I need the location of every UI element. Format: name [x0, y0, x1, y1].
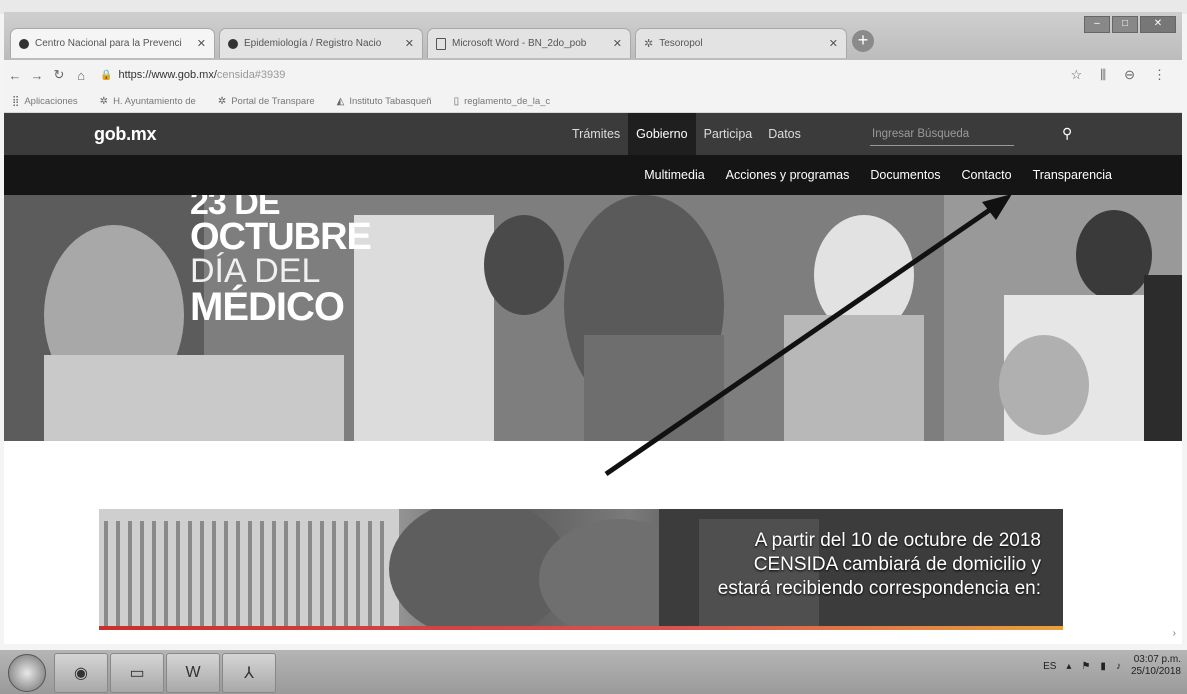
hero-title: 23 DE OCTUBRE DÍA DEL MÉDICO — [190, 195, 372, 329]
nav-participa[interactable]: Participa — [696, 113, 761, 155]
apps-icon: ⣿ — [12, 95, 20, 107]
bookmark-label: Aplicaciones — [24, 95, 78, 107]
address-bar-row: ← → ↻ ⌂ 🔒 https://www.gob.mx/censida#393… — [4, 60, 1182, 90]
close-icon[interactable]: ✕ — [405, 37, 414, 50]
window-close-button[interactable]: ✕ — [1140, 16, 1176, 33]
bookmark-label: Portal de Transpare — [231, 95, 315, 107]
browser-tab[interactable]: Centro Nacional para la Prevenci ✕ — [10, 28, 215, 58]
language-indicator[interactable]: ES — [1043, 661, 1056, 672]
browser-tab[interactable]: ✲ Tesoropol ✕ — [635, 28, 847, 58]
nav-datos[interactable]: Datos — [760, 113, 809, 155]
browser-window: Centro Nacional para la Prevenci ✕ Epide… — [4, 12, 1182, 644]
star-icon: ✲ — [217, 95, 227, 107]
banner-accent-line — [99, 626, 1063, 630]
back-icon[interactable]: ← — [4, 68, 26, 83]
gob-mx-logo[interactable]: gob.mx — [94, 124, 157, 145]
menu-icon[interactable]: ⋮ — [1153, 67, 1166, 83]
browser-tab[interactable]: Epidemiología / Registro Nacio ✕ — [219, 28, 423, 58]
tab-title: Tesoropol — [659, 38, 703, 49]
star-icon: ✲ — [644, 38, 654, 50]
tab-strip: Centro Nacional para la Prevenci ✕ Epide… — [4, 12, 1182, 60]
star-icon: ✲ — [99, 95, 109, 107]
doc-icon: ▯ — [453, 95, 460, 107]
site-header: gob.mx Trámites Gobierno Participa Datos… — [4, 113, 1182, 155]
hero-line-3: MÉDICO — [190, 284, 345, 329]
sub-nav-bar: Multimedia Acciones y programas Document… — [4, 155, 1182, 195]
bookmark-label: reglamento_de_la_c — [464, 95, 551, 107]
nav-gobierno[interactable]: Gobierno — [628, 113, 696, 155]
tabasco-icon: ◭ — [336, 95, 345, 107]
tray-arrow-icon[interactable]: ▴ — [1066, 661, 1071, 672]
lock-icon: 🔒 — [100, 69, 113, 81]
hero-line-2: DÍA DEL — [190, 252, 321, 291]
tab-title: Centro Nacional para la Prevenci — [35, 38, 182, 49]
tab-title: Microsoft Word - BN_2do_pob — [452, 38, 587, 49]
profile-icon[interactable]: ⊖ — [1124, 67, 1135, 83]
bookmark-item[interactable]: ⣿ Aplicaciones — [12, 96, 78, 107]
banner-text: A partir del 10 de octubre de 2018 CENSI… — [718, 529, 1041, 601]
clock-date: 25/10/2018 — [1130, 666, 1181, 677]
main-nav: Trámites Gobierno Participa Datos — [564, 113, 809, 155]
browser-toolbar: ☆ ⫼ ⊖ ⋮ — [1070, 67, 1166, 83]
taskbar: ◉ ▭ W ⅄ ES ▴ ⚑ ▮ ♪ 03:07 p.m. 25/10/2018 — [0, 650, 1187, 694]
chevron-right-icon[interactable]: › — [1173, 628, 1176, 639]
banner-line-2: CENSIDA cambiará de domicilio y — [753, 554, 1041, 575]
nav-tramites[interactable]: Trámites — [564, 113, 628, 155]
new-tab-button[interactable]: + — [852, 30, 874, 52]
sub-nav: Multimedia Acciones y programas Document… — [644, 155, 1112, 195]
folder-task-icon[interactable]: ▭ — [110, 653, 164, 693]
pdf-task-icon[interactable]: ⅄ — [222, 653, 276, 693]
url-host: https://www.gob.mx/ — [118, 69, 217, 81]
search-icon[interactable]: ⚲ — [1062, 125, 1072, 142]
bookmark-star-icon[interactable]: ☆ — [1070, 67, 1082, 83]
bookmark-item[interactable]: ✲ H. Ayuntamiento de — [100, 96, 196, 107]
hero-photo — [4, 195, 1182, 441]
banner-line-1: A partir del 10 de octubre de 2018 — [754, 530, 1041, 551]
hero-line-1: OCTUBRE — [190, 216, 372, 259]
minimize-button[interactable]: – — [1084, 16, 1110, 33]
banner-line-3: estará recibiendo correspondencia en: — [717, 578, 1041, 599]
hero-banner[interactable]: 23 DE OCTUBRE DÍA DEL MÉDICO — [4, 195, 1182, 441]
subnav-contacto[interactable]: Contacto — [962, 168, 1012, 182]
close-icon[interactable]: ✕ — [197, 37, 206, 50]
url-path: censida#3939 — [216, 69, 286, 81]
start-button[interactable] — [8, 654, 46, 692]
word-task-icon[interactable]: W — [166, 653, 220, 693]
close-icon[interactable]: ✕ — [613, 37, 622, 50]
clock[interactable]: 03:07 p.m. 25/10/2018 — [1131, 654, 1181, 678]
reload-icon[interactable]: ↻ — [48, 67, 70, 83]
url-field[interactable]: 🔒 https://www.gob.mx/censida#3939 — [100, 69, 1070, 81]
flag-icon[interactable]: ⚑ — [1081, 661, 1090, 672]
extension-icon[interactable]: ⫼ — [1100, 67, 1106, 83]
bookmark-item[interactable]: ▯ reglamento_de_la_c — [454, 96, 551, 107]
clock-time: 03:07 p.m. — [1133, 654, 1181, 665]
bookmark-item[interactable]: ✲ Portal de Transpare — [218, 96, 315, 107]
circle-icon — [228, 38, 238, 49]
censida-banner[interactable]: A partir del 10 de octubre de 2018 CENSI… — [99, 509, 1063, 627]
bookmark-item[interactable]: ◭ Instituto Tabasqueñ — [337, 96, 432, 107]
volume-icon[interactable]: ♪ — [1116, 661, 1121, 672]
window-controls: – □ ✕ — [1084, 16, 1176, 33]
tab-title: Epidemiología / Registro Nacio — [244, 38, 382, 49]
circle-icon — [19, 38, 29, 49]
subnav-transparencia[interactable]: Transparencia — [1033, 168, 1112, 182]
subnav-multimedia[interactable]: Multimedia — [644, 168, 704, 182]
system-tray: ES ▴ ⚑ ▮ ♪ 03:07 p.m. 25/10/2018 — [1043, 654, 1181, 678]
network-icon[interactable]: ▮ — [1100, 661, 1106, 672]
subnav-acciones-y-programas[interactable]: Acciones y programas — [726, 168, 850, 182]
search-input[interactable] — [870, 123, 1014, 146]
chrome-task-icon[interactable]: ◉ — [54, 653, 108, 693]
doc-icon — [436, 37, 446, 50]
home-icon[interactable]: ⌂ — [70, 68, 92, 83]
browser-tab[interactable]: Microsoft Word - BN_2do_pob ✕ — [427, 28, 631, 58]
forward-icon[interactable]: → — [26, 68, 48, 83]
bookmarks-bar: ⣿ Aplicaciones ✲ H. Ayuntamiento de ✲ Po… — [4, 90, 1182, 113]
bookmark-label: H. Ayuntamiento de — [113, 95, 196, 107]
close-icon[interactable]: ✕ — [829, 37, 838, 50]
bookmark-label: Instituto Tabasqueñ — [349, 95, 432, 107]
subnav-documentos[interactable]: Documentos — [870, 168, 940, 182]
maximize-button[interactable]: □ — [1112, 16, 1138, 33]
